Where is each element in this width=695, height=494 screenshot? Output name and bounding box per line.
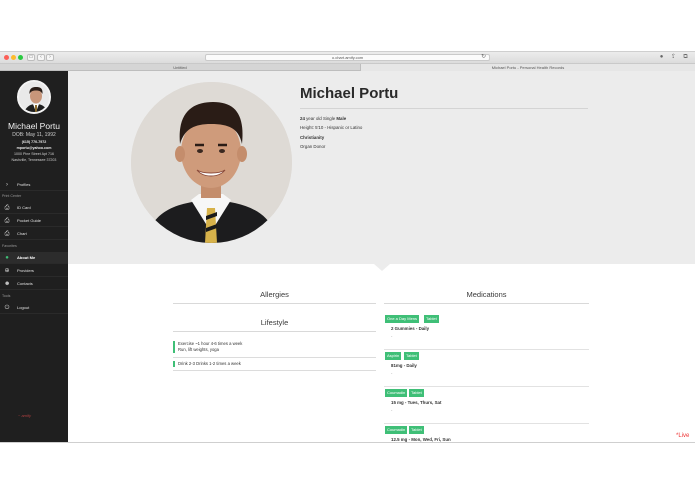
lifestyle-item-text: Drink 2-3 Drinks 1-2 times a week bbox=[178, 361, 241, 366]
profile-height-line: Height: 5'10 - Hispanic or Latino bbox=[300, 125, 363, 130]
live-indicator: *Live bbox=[676, 433, 690, 439]
share-icon[interactable]: ⇪ bbox=[670, 54, 677, 61]
medication-form-badge: Tablet bbox=[424, 315, 439, 323]
tab-untitled-label: Untitled bbox=[173, 65, 187, 70]
chevron-right-icon: › bbox=[6, 182, 8, 188]
medication-name-badge: Coumadin bbox=[385, 426, 408, 434]
tab-bar: Untitled Michael Portu - Personal Health… bbox=[0, 64, 695, 71]
sidebar-item-pocket-guide[interactable]: ⎙ Pocket Guide bbox=[0, 215, 68, 227]
sidebar-email[interactable]: mportu@yahoo.com bbox=[0, 146, 68, 150]
tab-health-records[interactable]: Michael Portu - Personal Health Records bbox=[360, 64, 695, 71]
sidebar-item-label: Providers bbox=[17, 268, 34, 273]
back-button[interactable]: ‹ bbox=[37, 54, 45, 61]
medication-name-badge: Aspirin bbox=[385, 352, 402, 360]
medication-name-badge: One a Day Mens bbox=[385, 315, 420, 323]
divider bbox=[384, 303, 589, 304]
profile-photo bbox=[131, 82, 292, 243]
tab-health-records-label: Michael Portu - Personal Health Records bbox=[491, 65, 565, 70]
plus-circle-icon: ⊕ bbox=[4, 268, 10, 274]
medication-dose: 81mg - Daily bbox=[391, 363, 417, 368]
medication-dose: 15 mg - Tues, Thurs, Sat bbox=[391, 400, 442, 405]
divider bbox=[173, 357, 376, 358]
group-icon: ☻ bbox=[4, 281, 11, 287]
sidebar-item-about-me[interactable]: ● About Me bbox=[0, 252, 68, 264]
header-pointer bbox=[374, 264, 390, 271]
medication-dose: 2 Gummies - Daily bbox=[391, 326, 430, 331]
lifestyle-item-detail: Run, lift weights, yoga bbox=[178, 347, 219, 352]
tabs-overview-icon[interactable]: ⧉ bbox=[682, 54, 689, 61]
sidebar-item-label: Pocket Guide bbox=[17, 218, 42, 223]
profile-age-line: 24 year old Single Male bbox=[300, 116, 346, 121]
medication-note: - bbox=[391, 333, 393, 338]
sidebar-address-line1: 1000 Pine Street Apt 716 bbox=[14, 152, 54, 156]
address-bar[interactable]: o.chart.amify.com bbox=[205, 54, 490, 61]
sidebar-item-providers[interactable]: ⊕ Providers bbox=[0, 265, 68, 277]
sidebar-item-label: Profiles bbox=[17, 182, 31, 187]
sidebar-item-profiles[interactable]: › Profiles bbox=[0, 179, 68, 191]
lifestyle-heading: Lifestyle bbox=[260, 318, 289, 327]
medication-name-badge: Coumadin bbox=[385, 389, 408, 397]
sidebar-item-logout[interactable]: ⏻ Logout bbox=[0, 302, 68, 314]
person-icon: ● bbox=[5, 255, 9, 261]
sidebar-address-line2: Nashville, Tennessee 37203 bbox=[11, 158, 57, 162]
medication-form-badge: Tablet bbox=[404, 352, 419, 360]
sidebar-item-id-card[interactable]: ⎙ ID Card bbox=[0, 202, 68, 214]
printer-icon: ⎙ bbox=[4, 205, 10, 211]
sidebar-item-label: Contacts bbox=[17, 281, 33, 286]
divider bbox=[173, 303, 376, 304]
sidebar-item-contacts[interactable]: ☻ Contacts bbox=[0, 278, 68, 290]
extension-icon[interactable]: ● bbox=[658, 54, 665, 61]
age-suffix: year old Single bbox=[304, 116, 337, 121]
printer-icon: ⎙ bbox=[4, 218, 10, 224]
divider bbox=[300, 108, 588, 109]
profile-header: Michael Portu 24 year old Single Male He… bbox=[68, 71, 695, 264]
profile-donor: Organ Donor bbox=[300, 144, 326, 149]
medication-dose: 12.5 mg - Mon, Wed, Fri, Sun bbox=[391, 437, 451, 442]
browser-window: ▭ ‹ › o.chart.amify.com ↻ ● ⇪ ⧉ Untitled… bbox=[0, 52, 695, 442]
minimize-window-button[interactable] bbox=[11, 55, 16, 60]
sidebar-item-label: About Me bbox=[17, 255, 36, 260]
sidebar-toggle-button[interactable]: ▭ bbox=[27, 54, 35, 61]
medication-item[interactable]: Coumadin Tablet 15 mg - Tues, Thurs, Sat… bbox=[384, 389, 589, 424]
lifestyle-item: Drink 2-3 Drinks 1-2 times a week bbox=[173, 361, 376, 367]
divider bbox=[173, 370, 376, 371]
sidebar-user-name: Michael Portu bbox=[8, 121, 60, 131]
profile-name: Michael Portu bbox=[300, 85, 399, 102]
forward-button[interactable]: › bbox=[46, 54, 54, 61]
medication-item[interactable]: One a Day Mens Tablet 2 Gummies - Daily … bbox=[384, 315, 589, 350]
section-label-print-center: Print Center bbox=[2, 194, 22, 198]
power-icon: ⏻ bbox=[4, 305, 10, 311]
tab-untitled[interactable]: Untitled bbox=[0, 64, 360, 71]
allergies-heading: Allergies bbox=[260, 290, 289, 299]
sidebar-phone: (615) 770-7972 bbox=[21, 140, 47, 144]
medication-form-badge: Tablet bbox=[409, 426, 424, 434]
medication-item[interactable]: Coumadin Tablet 12.5 mg - Mon, Wed, Fri,… bbox=[384, 426, 589, 442]
browser-toolbar: ▭ ‹ › o.chart.amify.com ↻ ● ⇪ ⧉ bbox=[0, 52, 695, 64]
maximize-window-button[interactable] bbox=[18, 55, 23, 60]
sidebar-item-label: Chart bbox=[17, 231, 27, 236]
medication-item[interactable]: Aspirin Tablet 81mg - Daily - bbox=[384, 352, 589, 387]
brand-logo[interactable]: ~ amify bbox=[18, 413, 31, 418]
medication-form-badge: Tablet bbox=[409, 389, 424, 397]
close-window-button[interactable] bbox=[4, 55, 9, 60]
sidebar: Michael Portu DOB: May 11, 1992 (615) 77… bbox=[0, 71, 68, 442]
medication-note: - bbox=[391, 370, 393, 375]
medications-heading: Medications bbox=[466, 290, 507, 299]
url-text: o.chart.amify.com bbox=[331, 55, 364, 60]
divider bbox=[173, 331, 376, 332]
sex-value: Male bbox=[336, 116, 347, 121]
section-label-tools: Tools bbox=[2, 294, 11, 298]
printer-icon: ⎙ bbox=[4, 231, 10, 237]
lifestyle-item: Exercise ~1 hour 4-6 times a week Run, l… bbox=[173, 341, 376, 353]
sidebar-dob: DOB: May 11, 1992 bbox=[12, 132, 56, 138]
profile-religion: Christianity bbox=[300, 135, 325, 140]
avatar[interactable] bbox=[17, 80, 51, 114]
sidebar-item-chart[interactable]: ⎙ Chart bbox=[0, 228, 68, 240]
reload-icon[interactable]: ↻ bbox=[480, 54, 487, 61]
sidebar-item-label: Logout bbox=[17, 305, 30, 310]
section-label-favorites: Favorites bbox=[2, 244, 17, 248]
main-content: Michael Portu 24 year old Single Male He… bbox=[68, 71, 695, 442]
sidebar-item-label: ID Card bbox=[17, 205, 31, 210]
medication-note: - bbox=[391, 407, 393, 412]
